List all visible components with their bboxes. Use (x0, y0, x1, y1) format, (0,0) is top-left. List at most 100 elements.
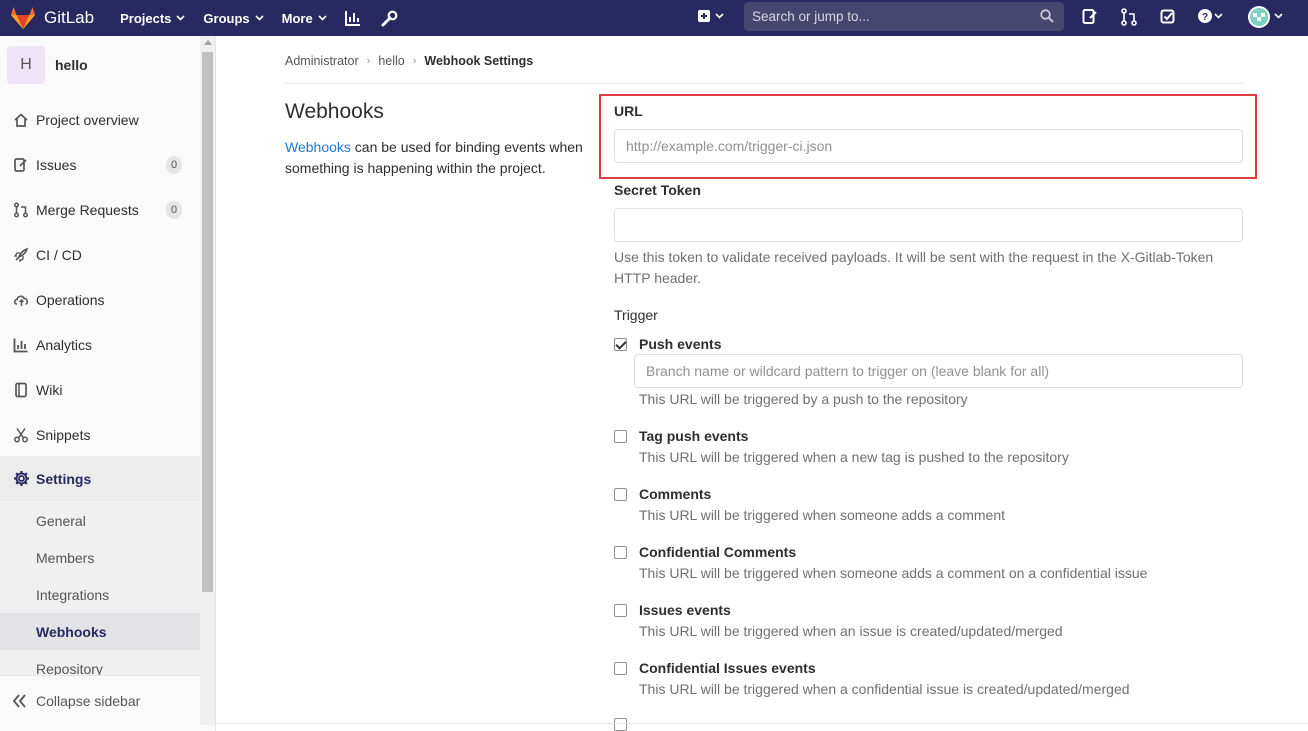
breadcrumb-administrator[interactable]: Administrator (285, 54, 359, 68)
chevron-down-icon (176, 15, 185, 21)
sidebar-item-settings[interactable]: Settings (0, 456, 200, 501)
nav-more-label: More (281, 10, 313, 26)
settings-sub-integrations[interactable]: Integrations (0, 576, 200, 613)
settings-sub-general[interactable]: General (0, 502, 200, 539)
sidebar-item-label: Operations (36, 291, 105, 308)
chart-icon (12, 337, 30, 353)
sidebar-item-label: Wiki (36, 381, 63, 398)
branch-filter-input[interactable] (634, 354, 1243, 388)
user-avatar-dropdown[interactable] (1247, 5, 1287, 32)
rocket-icon (12, 247, 30, 263)
url-label: URL (614, 103, 643, 119)
book-icon (12, 382, 30, 398)
top-navbar: GitLab Projects Groups More Search or ju… (0, 0, 1308, 36)
confidential-issues-events-label: Confidential Issues events (639, 660, 816, 676)
merge-request-icon (12, 201, 30, 218)
nav-projects-label: Projects (120, 10, 172, 26)
sidebar-scrollbar[interactable] (200, 36, 215, 725)
webhooks-docs-link[interactable]: Webhooks (285, 139, 351, 155)
tag-push-events-label: Tag push events (639, 428, 749, 444)
breadcrumb-hello[interactable]: hello (378, 54, 404, 68)
settings-sub-label: General (36, 512, 86, 529)
sidebar-item-label: Snippets (36, 426, 91, 443)
comments-label: Comments (639, 486, 712, 502)
push-events-label: Push events (639, 336, 722, 352)
confidential-comments-label: Confidential Comments (639, 544, 797, 560)
merge-requests-count-badge: 0 (166, 201, 182, 219)
avatar-icon (1248, 6, 1283, 28)
scroll-up-arrow-icon[interactable] (204, 40, 212, 45)
confidential-comments-help: This URL will be triggered when someone … (639, 565, 1148, 581)
sidebar-item-project-overview[interactable]: Project overview (0, 97, 200, 142)
tag-push-events-checkbox[interactable] (614, 430, 627, 443)
bottom-divider (216, 723, 1308, 724)
chevron-right-icon: › (366, 55, 371, 67)
comments-checkbox[interactable] (614, 488, 627, 501)
search-input[interactable]: Search or jump to... (744, 2, 1064, 31)
sidebar-item-label: Issues (36, 156, 77, 173)
admin-wrench-icon[interactable] (381, 10, 398, 27)
project-name: hello (55, 57, 88, 73)
chevron-down-icon (318, 15, 327, 21)
settings-sub-label: Integrations (36, 586, 110, 603)
gitlab-home-link[interactable]: GitLab (10, 6, 94, 30)
breadcrumb-webhook-settings[interactable]: Webhook Settings (424, 54, 533, 68)
comments-help: This URL will be triggered when someone … (639, 507, 1005, 523)
sidebar-item-wiki[interactable]: Wiki (0, 367, 200, 412)
push-events-checkbox[interactable] (614, 338, 627, 351)
issues-events-help: This URL will be triggered when an issue… (639, 623, 1063, 639)
merge-requests-nav-icon[interactable] (1121, 8, 1137, 29)
collapse-sidebar-button[interactable]: Collapse sidebar (0, 675, 200, 725)
trigger-label: Trigger (614, 307, 658, 323)
breadcrumb: Administrator › hello › Webhook Settings (285, 54, 533, 68)
collapse-sidebar-label: Collapse sidebar (36, 692, 141, 709)
nav-more-dropdown[interactable]: More (282, 11, 327, 26)
sidebar-item-label: CI / CD (36, 246, 82, 263)
project-sidebar: H hello Project overview Issues 0 Merge … (0, 36, 216, 731)
secret-token-input[interactable] (614, 208, 1243, 242)
breadcrumb-divider (285, 83, 1243, 84)
help-dropdown[interactable]: ? (1197, 8, 1227, 29)
issues-events-checkbox[interactable] (614, 604, 627, 617)
project-header-link[interactable]: H hello (7, 46, 88, 84)
page-title: Webhooks (285, 100, 384, 123)
todos-nav-icon[interactable] (1160, 8, 1176, 29)
push-events-help: This URL will be triggered by a push to … (639, 391, 968, 407)
sidebar-item-analytics[interactable]: Analytics (0, 322, 200, 367)
home-icon (12, 112, 30, 128)
issues-nav-icon[interactable] (1082, 8, 1098, 29)
sidebar-item-snippets[interactable]: Snippets (0, 412, 200, 457)
settings-sub-webhooks[interactable]: Webhooks (0, 613, 200, 650)
secret-token-help: Use this token to validate received payl… (614, 249, 1214, 286)
sidebar-item-issues[interactable]: Issues 0 (0, 142, 200, 187)
secret-token-label: Secret Token (614, 182, 701, 198)
sidebar-item-label: Settings (36, 470, 92, 487)
sidebar-item-label: Project overview (36, 111, 139, 128)
url-input[interactable] (614, 129, 1243, 163)
gitlab-logo-icon (11, 7, 35, 29)
gear-icon (12, 470, 30, 487)
sidebar-item-operations[interactable]: Operations (0, 277, 200, 322)
next-event-checkbox[interactable] (614, 718, 627, 731)
confidential-issues-events-checkbox[interactable] (614, 662, 627, 675)
nav-groups-label: Groups (203, 10, 250, 26)
sidebar-item-ci-cd[interactable]: CI / CD (0, 232, 200, 277)
activity-chart-icon[interactable] (344, 10, 361, 26)
issues-count-badge: 0 (166, 156, 182, 174)
confidential-issues-events-help: This URL will be triggered when a confid… (639, 681, 1130, 697)
scrollbar-thumb[interactable] (202, 52, 213, 592)
sidebar-item-merge-requests[interactable]: Merge Requests 0 (0, 187, 200, 232)
tag-push-events-help: This URL will be triggered when a new ta… (639, 449, 1069, 465)
sidebar-item-label: Merge Requests (36, 201, 139, 218)
confidential-comments-checkbox[interactable] (614, 546, 627, 559)
double-chevron-left-icon (12, 693, 30, 708)
issues-icon (12, 157, 30, 173)
search-icon (1040, 9, 1054, 23)
search-placeholder: Search or jump to... (752, 9, 870, 24)
nav-projects-dropdown[interactable]: Projects (120, 11, 185, 26)
sidebar-item-label: Analytics (36, 336, 93, 353)
new-plus-dropdown[interactable] (697, 8, 727, 29)
nav-groups-dropdown[interactable]: Groups (203, 10, 264, 26)
settings-sub-members[interactable]: Members (0, 539, 200, 576)
settings-section: Settings General Members Integrations We… (0, 456, 200, 677)
